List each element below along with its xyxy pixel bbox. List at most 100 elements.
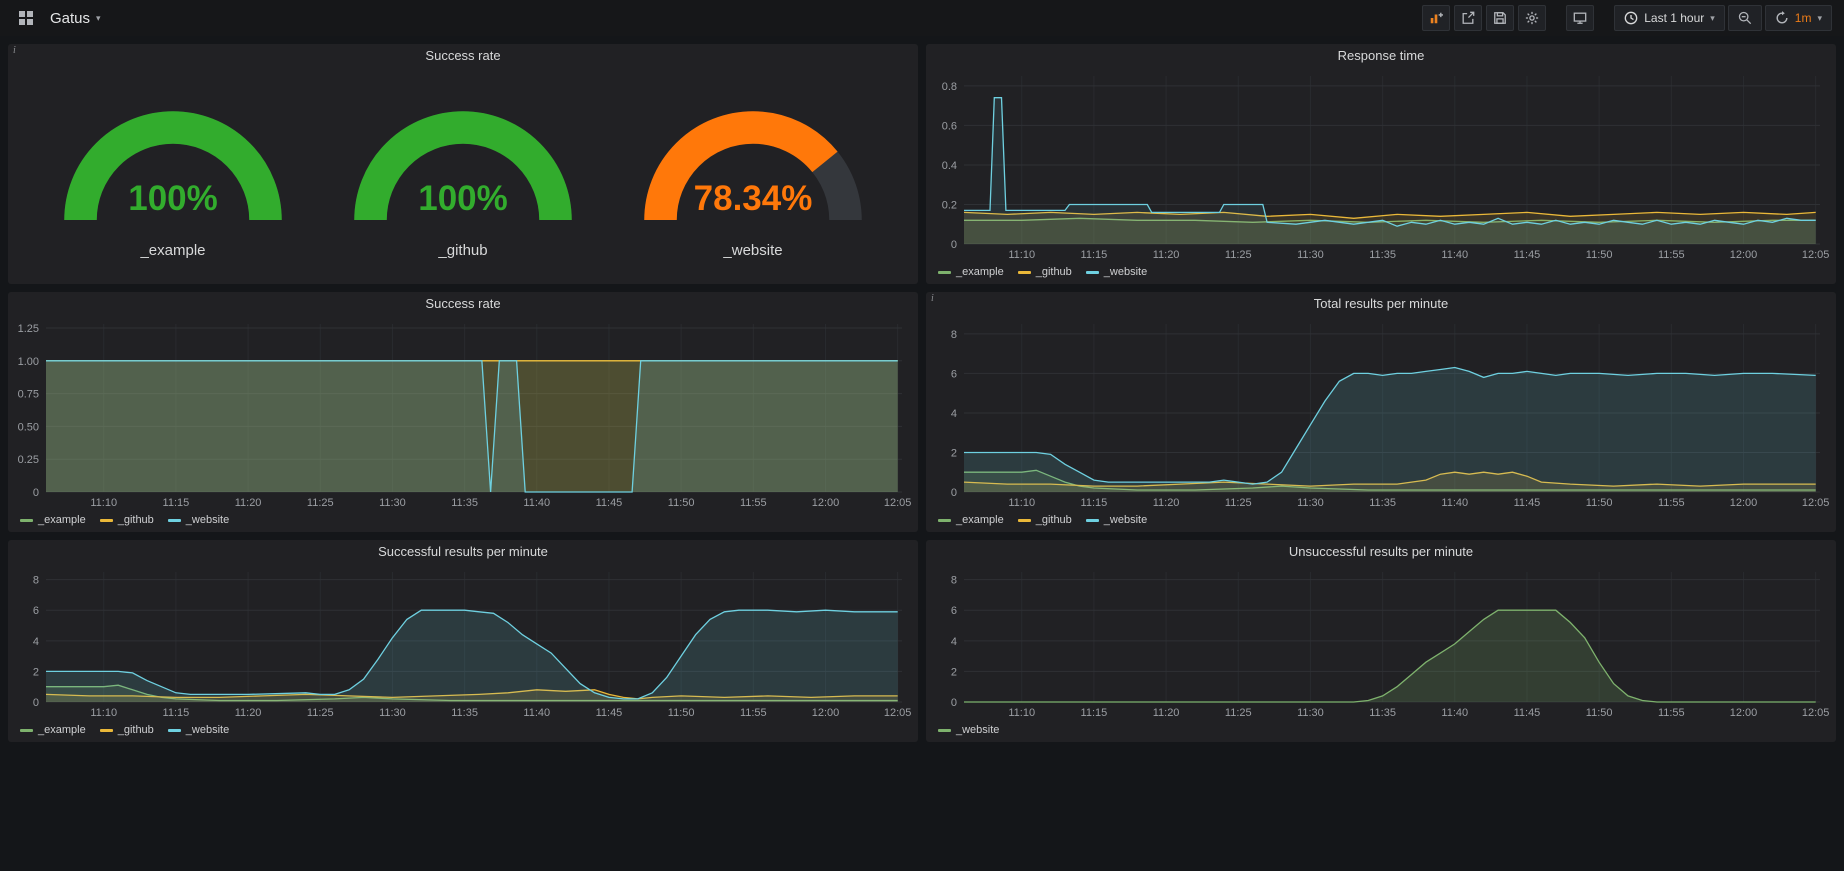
legend-item-_example[interactable]: _example <box>20 724 86 736</box>
y-tick-label: 0 <box>33 487 39 499</box>
chevron-down-icon: ▾ <box>1817 14 1822 23</box>
panel-info-icon[interactable]: i <box>13 45 16 56</box>
legend-marker <box>20 519 33 522</box>
chart-successful-results[interactable]: 11:1011:1511:2011:2511:3011:3511:4011:45… <box>8 564 918 722</box>
gauge-label: _website <box>723 242 782 259</box>
x-tick-label: 11:25 <box>1225 497 1252 509</box>
legend-item-_website[interactable]: _website <box>168 514 229 526</box>
legend-label: _github <box>118 724 154 736</box>
share-button[interactable] <box>1454 5 1482 31</box>
x-tick-label: 11:50 <box>1586 707 1613 719</box>
x-tick-label: 11:30 <box>1297 497 1324 509</box>
panel-title[interactable]: Unsuccessful results per minute <box>926 540 1836 564</box>
add-panel-icon <box>1429 10 1443 26</box>
chart-success-rate[interactable]: 11:1011:1511:2011:2511:3011:3511:4011:45… <box>8 316 918 512</box>
chart-response-time[interactable]: 11:1011:1511:2011:2511:3011:3511:4011:45… <box>926 68 1836 264</box>
legend-label: _example <box>38 724 86 736</box>
x-tick-label: 12:00 <box>1730 707 1758 719</box>
y-tick-label: 0 <box>951 239 957 251</box>
legend-label: _website <box>1104 514 1147 526</box>
dashboard-title: Gatus <box>50 10 90 27</box>
legend-item-_website[interactable]: _website <box>1086 514 1147 526</box>
x-tick-label: 11:35 <box>1369 249 1396 261</box>
x-tick-label: 11:45 <box>1514 497 1541 509</box>
x-tick-label: 11:35 <box>451 497 478 509</box>
x-tick-label: 11:50 <box>668 497 695 509</box>
x-tick-label: 11:55 <box>1658 707 1685 719</box>
x-tick-label: 11:30 <box>1297 707 1324 719</box>
x-tick-label: 11:10 <box>90 497 117 509</box>
x-tick-label: 11:15 <box>1081 497 1108 509</box>
save-button[interactable] <box>1486 5 1514 31</box>
legend-item-_github[interactable]: _github <box>1018 266 1072 278</box>
series-line-_website <box>964 610 1816 702</box>
x-tick-label: 11:10 <box>1008 707 1035 719</box>
legend-marker <box>1086 519 1099 522</box>
legend-item-_github[interactable]: _github <box>100 514 154 526</box>
legend-label: _github <box>1036 514 1072 526</box>
y-tick-label: 4 <box>33 636 39 648</box>
y-tick-label: 2 <box>33 666 39 678</box>
y-tick-label: 6 <box>951 368 957 380</box>
y-tick-label: 8 <box>951 329 957 341</box>
zoom-out-icon <box>1738 11 1752 25</box>
legend-item-_website[interactable]: _website <box>168 724 229 736</box>
dashboards-grid-icon[interactable] <box>12 6 40 30</box>
refresh-interval-label: 1m <box>1795 11 1812 25</box>
chart-total-results[interactable]: 11:1011:1511:2011:2511:3011:3511:4011:45… <box>926 316 1836 512</box>
dashboard-title-dropdown[interactable]: Gatus ▾ <box>50 10 101 27</box>
series-fill-_website <box>46 361 898 492</box>
x-tick-label: 11:10 <box>1008 497 1035 509</box>
legend-item-_website[interactable]: _website <box>1086 266 1147 278</box>
legend-item-_website[interactable]: _website <box>938 724 999 736</box>
panel-title[interactable]: Success rate <box>8 292 918 316</box>
legend-item-_github[interactable]: _github <box>100 724 154 736</box>
chart-canvas[interactable]: 11:1011:1511:2011:2511:3011:3511:4011:45… <box>926 316 1836 512</box>
chart-canvas[interactable]: 11:1011:1511:2011:2511:3011:3511:4011:45… <box>926 564 1836 722</box>
x-tick-label: 11:25 <box>1225 707 1252 719</box>
legend-item-_example[interactable]: _example <box>20 514 86 526</box>
panel-title[interactable]: Successful results per minute <box>8 540 918 564</box>
x-tick-label: 11:40 <box>1441 707 1468 719</box>
panel-total-results: i Total results per minute 11:10 11:15 11:… <box>926 292 1836 532</box>
gauge-_website: 78.34%_website <box>628 90 878 259</box>
x-tick-label: 11:55 <box>1658 497 1685 509</box>
refresh-icon <box>1775 11 1789 25</box>
legend-item-_example[interactable]: _example <box>938 266 1004 278</box>
chart-unsuccessful-results[interactable]: 11:1011:1511:2011:2511:3011:3511:4011:45… <box>926 564 1836 722</box>
legend-item-_example[interactable]: _example <box>938 514 1004 526</box>
tv-mode-button[interactable] <box>1566 5 1594 31</box>
chart-canvas[interactable]: 11:1011:1511:2011:2511:3011:3511:4011:45… <box>8 564 918 722</box>
legend-label: _website <box>186 724 229 736</box>
zoom-out-button[interactable] <box>1728 5 1762 31</box>
chart-canvas[interactable]: 11:1011:1511:2011:2511:3011:3511:4011:45… <box>8 316 918 512</box>
panel-title[interactable]: Total results per minute <box>926 292 1836 316</box>
panel-info-icon[interactable]: i <box>931 293 934 304</box>
y-tick-label: 6 <box>33 605 39 617</box>
panel-title[interactable]: Success rate <box>8 44 918 68</box>
x-tick-label: 11:50 <box>668 707 695 719</box>
settings-button[interactable] <box>1518 5 1546 31</box>
refresh-button[interactable]: 1m ▾ <box>1765 5 1832 31</box>
legend: _example _github _website <box>926 264 1836 284</box>
x-tick-label: 11:20 <box>1153 707 1180 719</box>
add-panel-button[interactable] <box>1422 5 1450 31</box>
panel-title[interactable]: Response time <box>926 44 1836 68</box>
x-tick-label: 12:00 <box>812 497 840 509</box>
legend-marker <box>1086 271 1099 274</box>
legend-label: _website <box>186 514 229 526</box>
x-tick-label: 11:30 <box>379 707 406 719</box>
y-tick-label: 2 <box>951 666 957 678</box>
legend-marker <box>1018 519 1031 522</box>
time-range-button[interactable]: Last 1 hour ▾ <box>1614 5 1725 31</box>
y-tick-label: 4 <box>951 408 957 420</box>
legend-label: _example <box>956 514 1004 526</box>
gauge-row: 100%_example100%_github78.34%_website <box>8 68 918 284</box>
gauge-arc: 100% <box>338 90 588 240</box>
x-tick-label: 11:15 <box>163 707 190 719</box>
legend-item-_github[interactable]: _github <box>1018 514 1072 526</box>
chart-canvas[interactable]: 11:1011:1511:2011:2511:3011:3511:4011:45… <box>926 68 1836 264</box>
panel-response-time: Response time 11:1011:1511:2011:2511:301… <box>926 44 1836 284</box>
gauge-value-text: 100% <box>128 179 218 218</box>
x-tick-label: 11:40 <box>1441 497 1468 509</box>
